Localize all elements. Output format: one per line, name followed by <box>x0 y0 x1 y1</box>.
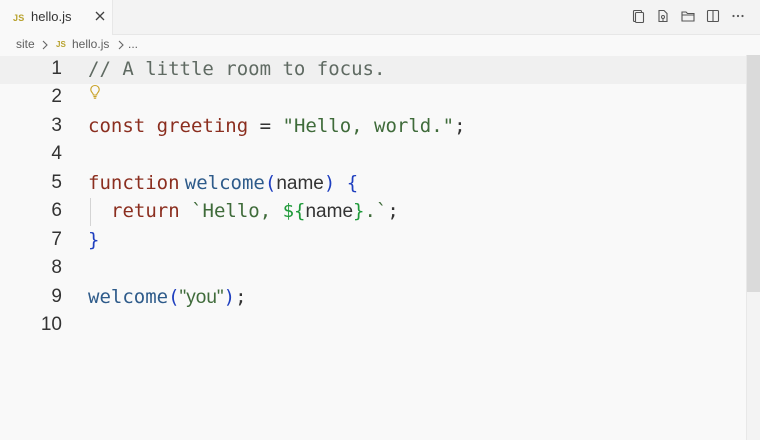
code-comment: // A little room to focus. <box>88 58 386 80</box>
code-text: welcome("you"); <box>88 286 247 309</box>
line-number: 9 <box>51 286 62 307</box>
bracket: ) <box>223 286 236 308</box>
code-line-7[interactable]: 7 } <box>0 227 746 255</box>
template-string-end: .` <box>364 200 388 222</box>
line-number: 1 <box>51 58 62 79</box>
code-line-4[interactable]: 4 <box>0 141 746 169</box>
semicolon: ; <box>454 115 466 137</box>
js-file-icon: JS <box>56 40 66 49</box>
vertical-scrollbar[interactable] <box>746 55 760 440</box>
bracket: ) <box>323 172 336 194</box>
interpolated-variable: name <box>305 201 354 222</box>
function-name: welcome <box>184 172 265 194</box>
operator: = <box>248 115 283 137</box>
code-line-5[interactable]: 5 function welcome(name) { <box>0 170 746 198</box>
line-number: 8 <box>51 257 62 278</box>
keyword: const <box>88 115 146 137</box>
code-editor[interactable]: 1 // A little room to focus. 2 3 const g… <box>0 55 760 440</box>
breadcrumb: site JS hello.js ... <box>0 35 760 55</box>
string-literal: "you" <box>179 287 224 308</box>
line-number: 4 <box>51 143 62 164</box>
editor-window: JS hello.js site JS hello.js ... 1 // A … <box>0 0 760 440</box>
interpolation-close: } <box>353 200 365 222</box>
chevron-right-icon <box>118 40 124 50</box>
breadcrumb-file[interactable]: hello.js <box>72 37 109 51</box>
line-number: 2 <box>51 86 62 107</box>
code-line-10[interactable]: 10 <box>0 312 746 340</box>
template-string: `Hello, <box>179 200 283 222</box>
keyword: function <box>88 172 180 194</box>
function-call: welcome <box>88 286 169 308</box>
indent-guide <box>90 198 91 226</box>
semicolon: ; <box>235 286 247 308</box>
semicolon: ; <box>387 200 399 222</box>
line-number: 7 <box>51 229 62 250</box>
bracket: ( <box>264 172 277 194</box>
source-control-icon[interactable] <box>655 8 671 24</box>
line-number: 5 <box>51 172 62 193</box>
breadcrumb-symbol[interactable]: ... <box>128 37 138 51</box>
parameter: name <box>276 173 324 194</box>
scrollbar-thumb[interactable] <box>747 55 760 292</box>
closing-brace: } <box>88 229 100 251</box>
code-line-6[interactable]: 6 return `Hello, ${name}.`; <box>0 198 746 226</box>
open-changes-icon[interactable] <box>630 8 646 24</box>
close-icon[interactable] <box>93 9 107 23</box>
brace: { <box>335 172 359 194</box>
tab-label: hello.js <box>31 9 72 24</box>
code-line-9[interactable]: 9 welcome("you"); <box>0 284 746 312</box>
variable-name: greeting <box>156 115 249 137</box>
line-number: 6 <box>51 200 62 221</box>
code-line-2[interactable]: 2 <box>0 84 746 112</box>
tab-hello-js[interactable]: JS hello.js <box>0 0 113 35</box>
breadcrumb-folder[interactable]: site <box>16 37 35 51</box>
bracket: ( <box>168 286 180 308</box>
keyword: return <box>111 200 180 222</box>
js-file-icon: JS <box>13 13 25 23</box>
more-actions-icon[interactable] <box>730 8 746 24</box>
open-folder-icon[interactable] <box>680 8 696 24</box>
code-line-8[interactable]: 8 <box>0 255 746 283</box>
line-number: 3 <box>51 115 62 136</box>
code-line-1[interactable]: 1 // A little room to focus. <box>0 56 746 84</box>
lightbulb-icon[interactable] <box>89 84 101 100</box>
tab-bar: JS hello.js <box>0 0 760 35</box>
code-line-3[interactable]: 3 const greeting = "Hello, world."; <box>0 113 746 141</box>
code-text: const greeting = "Hello, world."; <box>88 115 466 137</box>
code-text: return `Hello, ${name}.`; <box>111 200 399 223</box>
line-number: 10 <box>40 314 62 335</box>
split-editor-icon[interactable] <box>705 8 721 24</box>
interpolation-open: ${ <box>282 200 306 222</box>
code-text: function welcome(name) { <box>88 172 358 195</box>
chevron-right-icon <box>42 40 48 50</box>
string-literal: "Hello, world." <box>282 115 455 137</box>
